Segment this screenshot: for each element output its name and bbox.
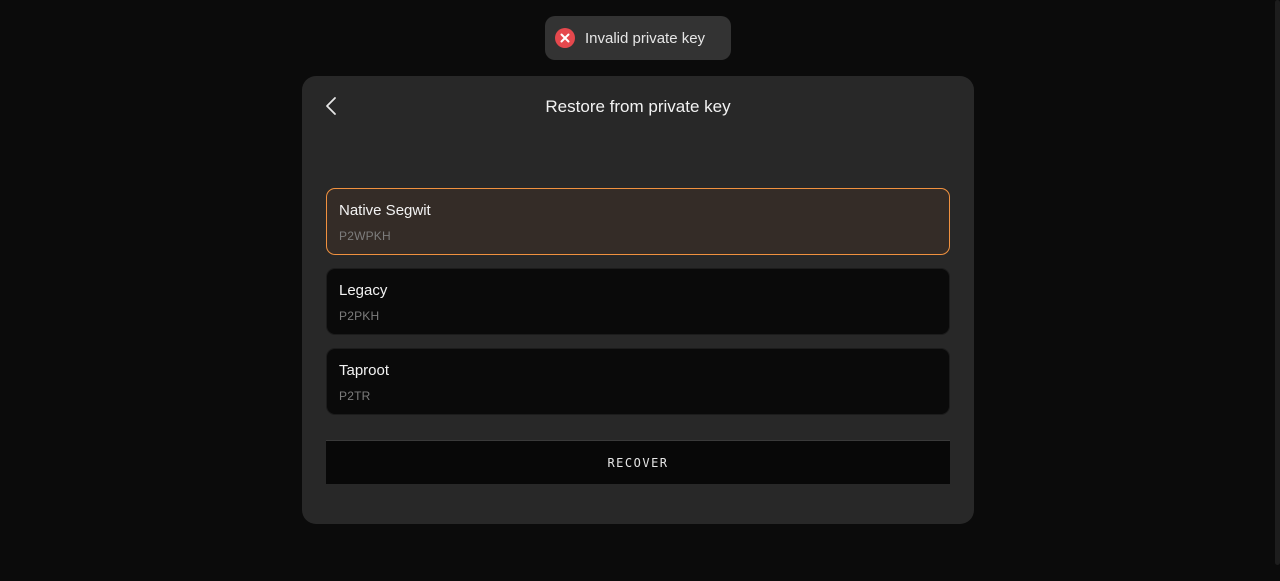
restore-card: Restore from private key Native Segwit P… [302, 76, 974, 524]
option-taproot[interactable]: Taproot P2TR [326, 348, 950, 415]
option-title: Legacy [339, 282, 388, 299]
error-toast: Invalid private key [545, 16, 731, 60]
recover-button[interactable]: RECOVER [326, 440, 950, 484]
option-subtitle: P2TR [339, 389, 371, 403]
error-x-icon [555, 28, 575, 48]
page: Invalid private key Restore from private… [0, 0, 1280, 581]
toast-message: Invalid private key [585, 29, 706, 47]
option-subtitle: P2PKH [339, 309, 380, 323]
option-legacy[interactable]: Legacy P2PKH [326, 268, 950, 335]
option-title: Native Segwit [339, 202, 431, 219]
option-title: Taproot [339, 362, 390, 379]
page-title: Restore from private key [545, 97, 731, 116]
option-native-segwit[interactable]: Native Segwit P2WPKH [326, 188, 950, 255]
scrollbar[interactable] [1275, 0, 1280, 565]
option-subtitle: P2WPKH [339, 229, 391, 243]
